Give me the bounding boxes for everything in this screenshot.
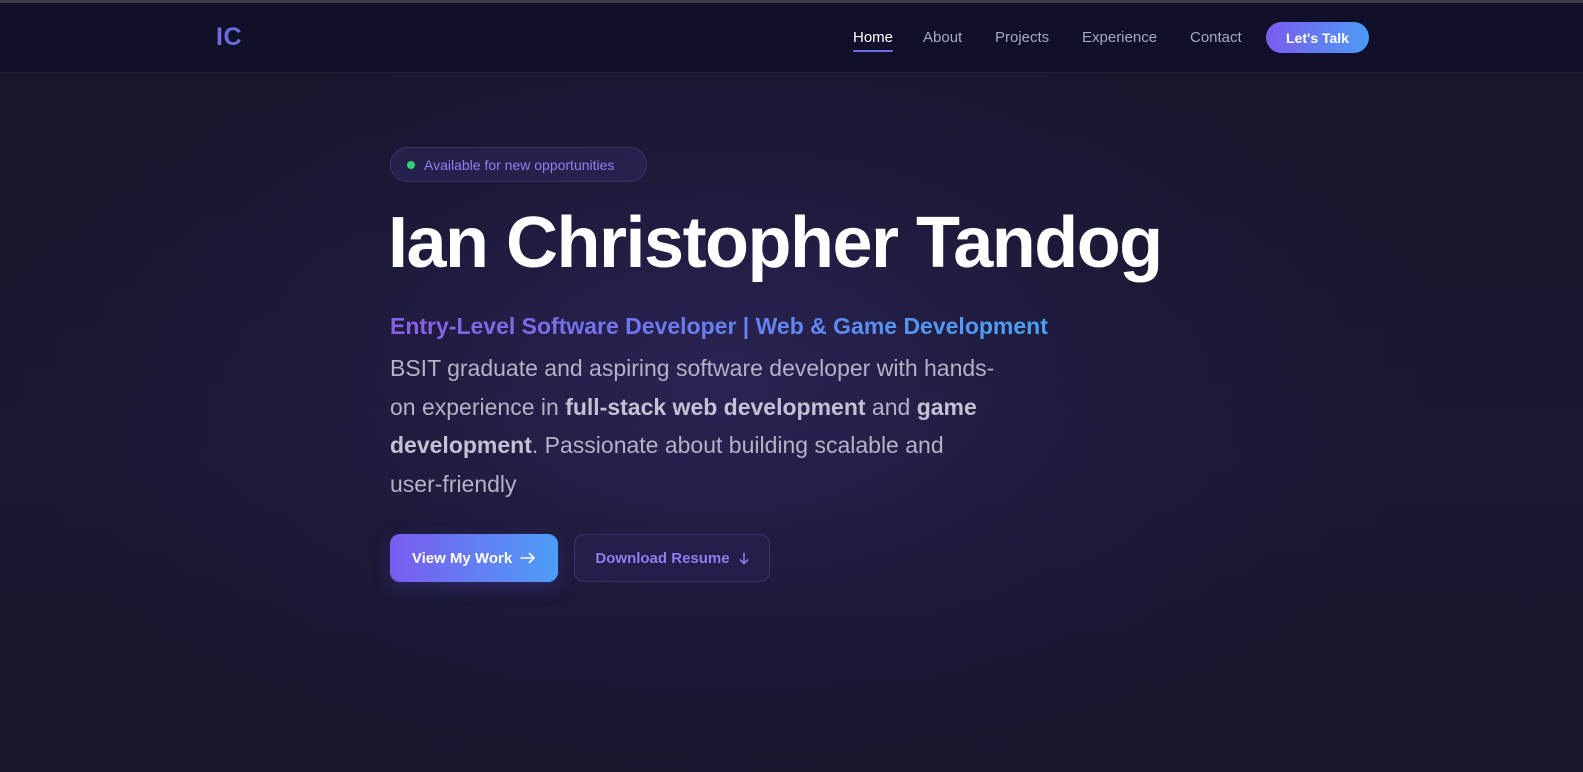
hero-description-text-2: and xyxy=(865,393,917,420)
nav-link-contact[interactable]: Contact xyxy=(1190,29,1242,46)
nav-link-home[interactable]: Home xyxy=(853,29,894,52)
hero-role: Entry-Level Software Developer | Web & G… xyxy=(390,313,1048,339)
lets-talk-button[interactable]: Let's Talk xyxy=(1266,22,1369,53)
view-my-work-button[interactable]: View My Work xyxy=(390,534,558,582)
view-my-work-label: View My Work xyxy=(411,549,513,567)
availability-text: Available for new opportunities xyxy=(424,156,615,173)
download-resume-button[interactable]: Download Resume xyxy=(574,534,770,582)
arrow-down-icon xyxy=(739,551,749,565)
nav-link-projects[interactable]: Projects xyxy=(995,29,1049,46)
hero-description-bold-1: full-stack web development xyxy=(565,393,866,420)
nav-link-about[interactable]: About xyxy=(923,29,962,46)
page: IC Home About Projects Experience Contac… xyxy=(0,0,1583,772)
logo[interactable]: IC xyxy=(216,23,242,52)
nav-link-experience[interactable]: Experience xyxy=(1082,29,1157,46)
availability-badge: Available for new opportunities xyxy=(390,147,647,182)
navbar: IC Home About Projects Experience Contac… xyxy=(0,3,1583,73)
download-resume-label: Download Resume xyxy=(595,549,730,567)
status-dot-icon xyxy=(407,160,415,169)
hero-name: Ian Christopher Tandog xyxy=(388,203,1163,283)
hero-description: BSIT graduate and aspiring software deve… xyxy=(390,349,1000,503)
arrow-right-icon xyxy=(520,552,536,564)
